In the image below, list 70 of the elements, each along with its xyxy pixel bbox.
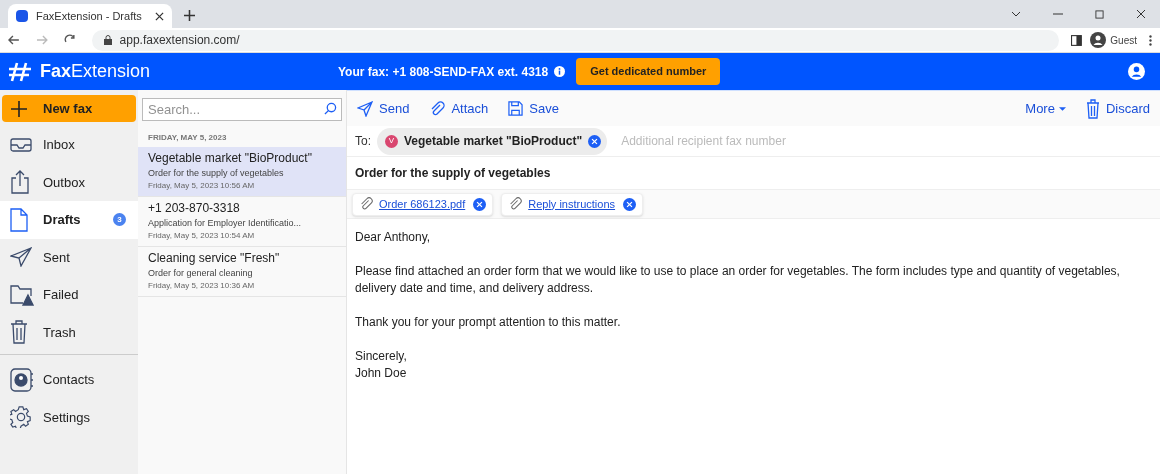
profile-button[interactable]: Guest — [1090, 32, 1145, 48]
settings-icon — [10, 406, 32, 429]
chevron-down-icon[interactable] — [1011, 11, 1021, 17]
attachment-link[interactable]: Reply instructions — [528, 195, 616, 213]
save-icon — [508, 101, 524, 116]
paperclip-icon — [359, 197, 373, 211]
close-icon[interactable] — [155, 11, 164, 21]
user-icon[interactable] — [1128, 63, 1145, 80]
close-icon[interactable] — [1136, 9, 1146, 19]
message-item[interactable]: +1 203-870-3318 Application for Employer Identificatio... Friday, May 5, 2023 10:54 AM — [138, 197, 346, 247]
info-icon[interactable] — [554, 66, 566, 77]
close-icon[interactable] — [623, 197, 637, 211]
attach-button[interactable]: Attach — [429, 98, 489, 119]
browser-tab[interactable]: FaxExtension - Drafts — [8, 4, 172, 28]
trash-icon — [1085, 98, 1100, 119]
back-icon[interactable] — [8, 34, 20, 46]
new-tab-icon[interactable] — [184, 10, 195, 21]
more-menu[interactable]: More — [1025, 98, 1066, 119]
nav-item[interactable]: Failed — [0, 276, 138, 314]
new-fax-button[interactable]: New fax — [2, 95, 136, 122]
message-item[interactable]: Cleaning service "Fresh" Order for general cleaning Friday, May 5, 2023 10:36 AM — [138, 247, 346, 297]
body-paragraph: Sincerely, John Doe — [355, 348, 408, 382]
contacts-icon — [10, 367, 34, 392]
plus-icon — [11, 100, 27, 117]
folder-warning-icon — [10, 283, 34, 306]
nav-item[interactable]: Sent — [0, 238, 138, 276]
kebab-menu-icon[interactable] — [1149, 34, 1152, 46]
side-panel-icon[interactable] — [1071, 34, 1083, 46]
body-paragraph: Please find attached an order form that we would like to use to place an order for vegetables. The form includes type and quantity of vegetables, delivery date and time, and delivery address. — [355, 263, 1121, 297]
maximize-icon[interactable] — [1095, 9, 1104, 19]
discard-button[interactable]: Discard — [1085, 98, 1150, 119]
nav-item[interactable]: Drafts 3 — [0, 201, 138, 239]
body-paragraph: Dear Anthony, — [355, 229, 432, 246]
send-icon — [357, 100, 373, 117]
nav-item[interactable]: Settings — [0, 398, 138, 436]
count-badge: 3 — [113, 213, 126, 227]
recipient-field[interactable]: Additional recipient fax number — [621, 132, 1152, 150]
document-icon — [10, 207, 28, 232]
caret-icon — [1058, 106, 1066, 111]
search-icon — [324, 102, 337, 115]
address-bar[interactable]: app.faxextension.com/ — [91, 29, 1060, 51]
inbox-icon — [10, 135, 32, 154]
close-icon[interactable] — [473, 197, 487, 211]
logo-icon — [8, 61, 32, 82]
close-icon[interactable] — [588, 134, 602, 148]
attachment-link[interactable]: Order 686123.pdf — [379, 195, 466, 213]
to-label: To: — [355, 133, 371, 150]
search-field[interactable]: Search... — [142, 98, 342, 121]
nav-item[interactable]: Trash — [0, 313, 138, 351]
dedicated-number-button[interactable]: Get dedicated number — [576, 58, 721, 85]
logo-text: FaxExtension — [40, 60, 151, 83]
save-button[interactable]: Save — [508, 98, 559, 119]
date-header: FRIDAY, MAY 5, 2023 — [147, 132, 228, 144]
favicon-icon — [16, 10, 28, 22]
body-paragraph: Thank you for your prompt attention to this matter. — [355, 314, 622, 331]
recipient-chip[interactable]: V Vegetable market "BioProduct" — [377, 127, 608, 155]
avatar: V — [385, 134, 398, 148]
upload-icon — [10, 170, 30, 195]
nav-item[interactable]: Inbox — [0, 126, 138, 164]
message-item[interactable]: Vegetable market "BioProduct" Order for the supply of vegetables Friday, May 5, 2023 10:56 AM — [138, 147, 346, 197]
send-button[interactable]: Send — [357, 98, 410, 119]
nav-item[interactable]: Outbox — [0, 163, 138, 201]
paperclip-icon — [429, 100, 446, 117]
trash-icon — [10, 320, 28, 345]
avatar-icon — [1090, 32, 1107, 48]
fax-number: Your fax: +1 808-SEND-FAX ext. 4318 — [338, 63, 549, 81]
nav-item[interactable]: Contacts — [0, 361, 138, 399]
send-icon — [10, 247, 32, 268]
lock-icon — [103, 35, 112, 45]
paperclip-icon — [508, 197, 523, 211]
